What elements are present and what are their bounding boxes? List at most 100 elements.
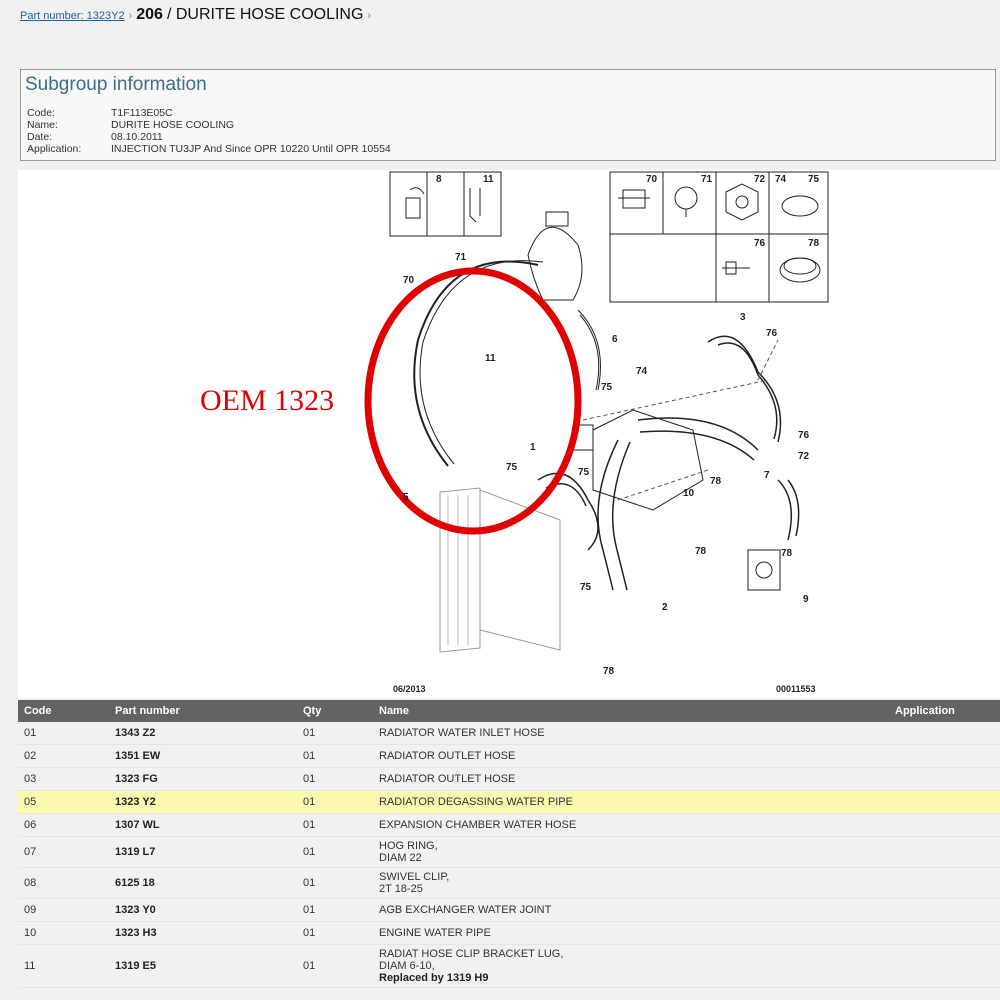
row-qty: 01 [297, 836, 373, 868]
row-application [889, 944, 1000, 988]
callout-label: 75 [506, 462, 518, 473]
row-name-line: RADIATOR DEGASSING WATER PIPE [379, 796, 573, 808]
callout-label: 74 [636, 366, 648, 377]
code-value: T1F113E05C [111, 107, 173, 119]
callout-label: 70 [403, 275, 415, 286]
replacement-note: Replaced by 1319 H9 [379, 972, 489, 984]
row-part-number: 1307 WL [109, 813, 297, 837]
page-title: / DURITE HOSE COOLING [166, 6, 364, 23]
row-application [889, 722, 1000, 745]
callout-label: 78 [808, 238, 820, 249]
callout-label: 75 [601, 382, 613, 393]
breadcrumb-part-link[interactable]: Part number: 1323Y2 [20, 10, 125, 22]
row-qty: 01 [297, 767, 373, 791]
table-row[interactable]: 03 1323 FG 01 RADIATOR OUTLET HOSE [18, 767, 1000, 791]
date-value: 08.10.2011 [111, 131, 163, 143]
row-code: 03 [18, 767, 109, 791]
row-name: RADIAT HOSE CLIP BRACKET LUG, DIAM 6-10, R… [373, 944, 889, 988]
row-name-line: EXPANSION CHAMBER WATER HOSE [379, 819, 577, 831]
row-name: SWIVEL CLIP, 2T 18-25 [373, 867, 889, 899]
callout-label: 1 [530, 442, 536, 453]
row-application [889, 744, 1000, 768]
row-part-number: 1323 H3 [109, 921, 297, 945]
table-header-row: Code Part number Qty Name Application [18, 700, 1000, 722]
name-value: DURITE HOSE COOLING [111, 119, 235, 131]
row-code: 02 [18, 744, 109, 768]
row-name: ENGINE WATER PIPE [373, 921, 889, 945]
code-label: Code: [27, 107, 56, 119]
subgroup-fields: Code: T1F113E05C Name: DURITE HOSE COOLI… [27, 107, 391, 155]
callout-label: 72 [754, 174, 766, 185]
callout-label: 7 [764, 470, 770, 481]
row-part-number: 1351 EW [109, 744, 297, 768]
row-application [889, 836, 1000, 868]
col-application[interactable]: Application [889, 700, 1000, 722]
row-part-number: 1319 E5 [109, 944, 297, 988]
callout-label: 3 [740, 312, 746, 323]
callout-label: 8 [436, 174, 442, 185]
row-code: 07 [18, 836, 109, 868]
breadcrumb-separator: › [128, 10, 133, 22]
callout-label: 76 [754, 238, 766, 249]
callout-label: 75 [808, 174, 820, 185]
row-code: 01 [18, 722, 109, 745]
row-name: RADIATOR OUTLET HOSE [373, 767, 889, 791]
table-row[interactable]: 10 1323 H3 01 ENGINE WATER PIPE [18, 921, 1000, 945]
row-part-number: 1319 L7 [109, 836, 297, 868]
callout-label: 78 [603, 666, 615, 677]
row-name-line: 2T 18-25 [379, 883, 423, 895]
row-name: RADIATOR WATER INLET HOSE [373, 722, 889, 745]
callout-label: 78 [695, 546, 707, 557]
breadcrumb-model: 206 [136, 6, 163, 23]
row-qty: 01 [297, 813, 373, 837]
diagram-date-code: 06/2013 [393, 684, 426, 694]
callout-label: 6 [612, 334, 618, 345]
table-row[interactable]: 02 1351 EW 01 RADIATOR OUTLET HOSE [18, 744, 1000, 768]
row-name: HOG RING, DIAM 22 [373, 836, 889, 868]
callout-label: 75 [580, 582, 592, 593]
row-name-line: DIAM 22 [379, 852, 422, 864]
col-qty[interactable]: Qty [297, 700, 373, 722]
col-code[interactable]: Code [18, 700, 109, 722]
row-qty: 01 [297, 867, 373, 899]
callout-label: 74 [775, 174, 787, 185]
name-label: Name: [27, 119, 58, 131]
row-code: 08 [18, 867, 109, 899]
row-application [889, 867, 1000, 899]
row-part-number: 1323 FG [109, 767, 297, 791]
table-row[interactable]: 08 6125 18 01 SWIVEL CLIP, 2T 18-25 [18, 867, 1000, 899]
application-value: INJECTION TU3JP And Since OPR 10220 Unti… [111, 143, 391, 155]
row-qty: 01 [297, 921, 373, 945]
table-row-selected[interactable]: 05 1323 Y2 01 RADIATOR DEGASSING WATER P… [18, 790, 1000, 814]
callout-label: 10 [683, 488, 695, 499]
table-row[interactable]: 07 1319 L7 01 HOG RING, DIAM 22 [18, 836, 1000, 868]
callout-label: 71 [701, 174, 713, 185]
table-row[interactable]: 01 1343 Z2 01 RADIATOR WATER INLET HOSE [18, 722, 1000, 745]
callout-label: 5 [403, 492, 409, 503]
row-name-line: SWIVEL CLIP, [379, 871, 450, 883]
subgroup-info-panel: Subgroup information Code: T1F113E05C Na… [20, 69, 996, 161]
application-label: Application: [27, 143, 82, 155]
row-part-number: 6125 18 [109, 867, 297, 899]
row-name-line: DIAM 6-10, [379, 960, 435, 972]
diagram-ref-code: 00011553 [776, 684, 816, 694]
row-code: 10 [18, 921, 109, 945]
breadcrumb: Part number: 1323Y2 › 206 / DURITE HOSE … [20, 6, 375, 28]
callout-label: 11 [483, 174, 494, 185]
row-name: RADIATOR OUTLET HOSE [373, 744, 889, 768]
col-part-number[interactable]: Part number [109, 700, 297, 722]
parts-table: Code Part number Qty Name Application 01… [18, 700, 1000, 988]
table-row[interactable]: 11 1319 E5 01 RADIAT HOSE CLIP BRACKET L… [18, 944, 1000, 988]
col-name[interactable]: Name [373, 700, 889, 722]
row-name-line: AGB EXCHANGER WATER JOINT [379, 904, 552, 916]
row-name-line: HOG RING, [379, 840, 438, 852]
callout-label: 9 [803, 594, 809, 605]
table-row[interactable]: 06 1307 WL 01 EXPANSION CHAMBER WATER HO… [18, 813, 1000, 837]
row-name-line: ENGINE WATER PIPE [379, 927, 491, 939]
row-name: RADIATOR DEGASSING WATER PIPE [373, 790, 889, 814]
row-name-line: RADIATOR OUTLET HOSE [379, 773, 516, 785]
parts-diagram[interactable]: OEM 1323 8 11 70 71 72 74 75 76 78 71 70… [18, 170, 1000, 698]
row-code: 05 [18, 790, 109, 814]
row-code: 11 [18, 944, 109, 988]
table-row[interactable]: 09 1323 Y0 01 AGB EXCHANGER WATER JOINT [18, 898, 1000, 922]
